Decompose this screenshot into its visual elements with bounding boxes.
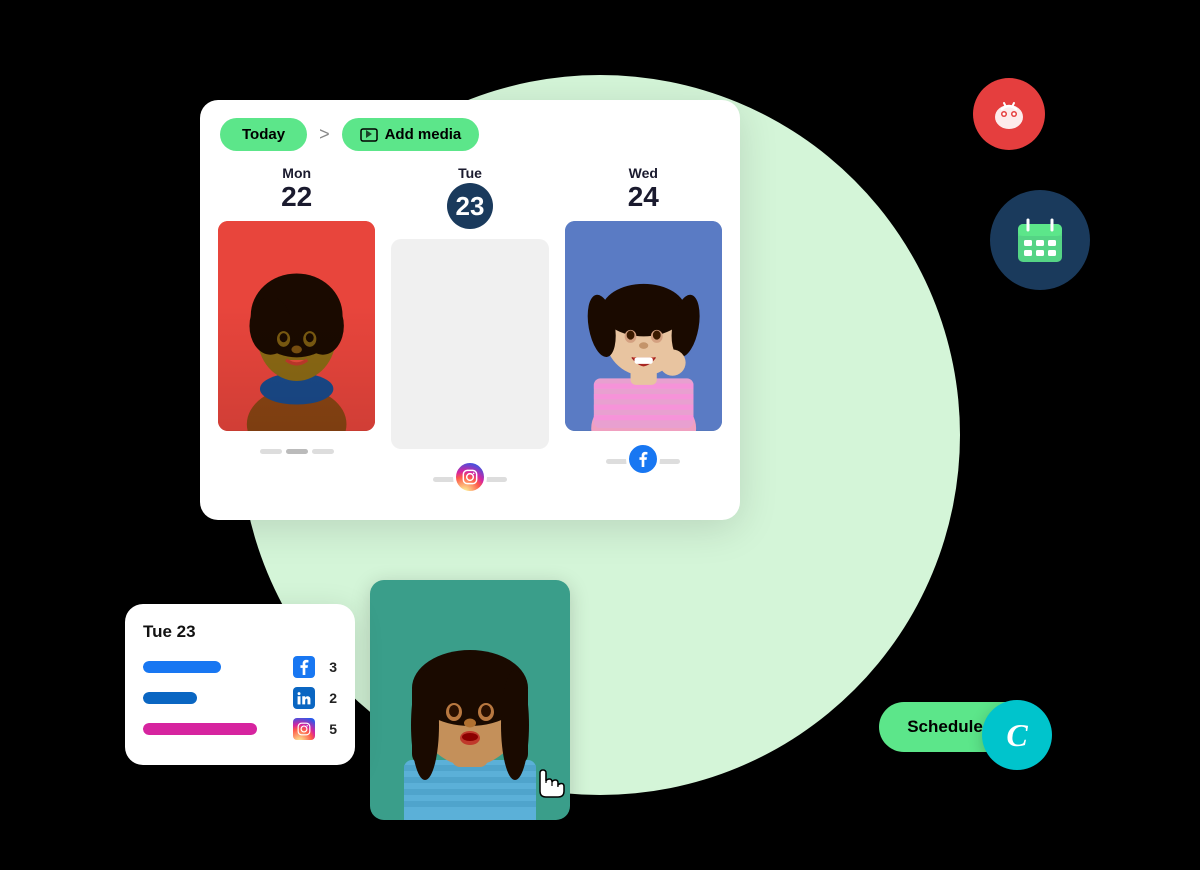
stat-bar-ig	[143, 723, 257, 735]
schedule-label: Schedule	[907, 717, 983, 737]
dot	[485, 477, 507, 482]
calendar-icon-badge	[990, 190, 1090, 290]
stat-row-instagram: 5	[143, 718, 337, 740]
day-num-tue: 23	[447, 183, 493, 229]
cal-image-tue	[391, 239, 548, 449]
calendar-toolbar: Today > Add media	[200, 100, 740, 165]
cal-image-mon	[218, 221, 375, 431]
stat-bar-wrap-fb	[143, 661, 285, 673]
dot	[606, 459, 628, 464]
stat-row-facebook: 3	[143, 656, 337, 678]
cal-image-wrapper-tue	[391, 239, 548, 482]
stats-card: Tue 23 3 2	[125, 604, 355, 765]
dot	[312, 449, 334, 454]
cursor-icon	[530, 761, 568, 810]
stat-count-ig: 5	[323, 721, 337, 737]
canva-badge: C	[982, 700, 1052, 770]
dot	[433, 477, 455, 482]
day-label-tue: Tue	[458, 165, 482, 181]
cal-col-tue: Tue 23	[383, 165, 556, 502]
cal-col-mon: Mon 22	[210, 165, 383, 502]
day-num-mon: 22	[281, 183, 312, 211]
stat-row-linkedin: 2	[143, 687, 337, 709]
instagram-badge-tue	[453, 460, 487, 494]
today-label: Today	[242, 126, 285, 143]
stat-count-li: 2	[323, 690, 337, 706]
hootsuite-badge	[973, 78, 1045, 150]
stats-date: Tue 23	[143, 622, 337, 642]
facebook-badge-wed	[626, 442, 660, 476]
day-label-mon: Mon	[282, 165, 311, 181]
cal-image-wrapper-wed	[565, 221, 722, 464]
dot	[286, 449, 308, 454]
stat-bar-wrap-li	[143, 692, 285, 704]
add-media-button[interactable]: Add media	[342, 118, 480, 151]
day-label-wed: Wed	[629, 165, 658, 181]
portrait-3-svg	[565, 221, 722, 431]
dot	[260, 449, 282, 454]
day-num-wed: 24	[628, 183, 659, 211]
dot	[658, 459, 680, 464]
today-button[interactable]: Today	[220, 118, 307, 151]
calendar-card: Today > Add media Mon 22	[200, 100, 740, 520]
cal-dots-mon	[218, 449, 375, 454]
cal-image-wrapper-mon	[218, 221, 375, 454]
facebook-stat-icon	[293, 656, 315, 678]
stat-bar-wrap-ig	[143, 723, 285, 735]
stat-bar-fb	[143, 661, 221, 673]
add-media-icon	[360, 128, 378, 142]
add-media-label: Add media	[385, 126, 462, 143]
portrait-1-svg	[218, 221, 375, 431]
canva-label: C	[1006, 717, 1027, 754]
cal-image-wed	[565, 221, 722, 431]
linkedin-stat-icon	[293, 687, 315, 709]
toolbar-chevron: >	[319, 124, 330, 145]
scene: Today > Add media Mon 22	[0, 0, 1200, 870]
instagram-stat-icon	[293, 718, 315, 740]
stat-bar-li	[143, 692, 197, 704]
calendar-grid: Mon 22	[200, 165, 740, 502]
stat-count-fb: 3	[323, 659, 337, 675]
cal-col-wed: Wed 24	[557, 165, 730, 502]
